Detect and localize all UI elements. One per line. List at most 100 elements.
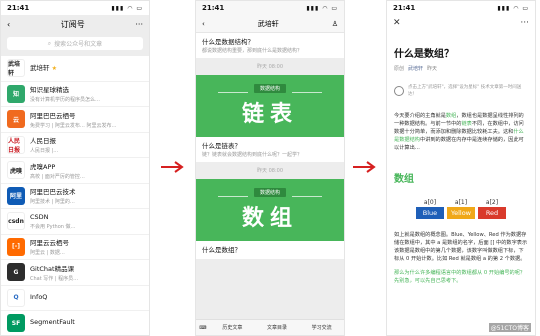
account-name-text: 知识星球精选 (30, 86, 69, 95)
nav-bar: ‹ 订阅号 ··· (1, 15, 149, 33)
subscription-item[interactable]: G GitChat精品课 Chat 写作 | 程序员… (1, 260, 149, 286)
account-name-text: 人民日报 (30, 137, 56, 146)
arrow-right-icon (161, 161, 184, 173)
account-avatar: 云 (7, 110, 25, 129)
signal-wifi-battery-icon: ▮▮▮ ◠ ▭ (497, 4, 529, 12)
latest-article: 不会用 Python 做… (30, 223, 76, 230)
more-icon[interactable]: ··· (520, 18, 529, 28)
account-name: 虎嗅APP (30, 161, 143, 171)
account-avatar: 武培轩 (7, 59, 25, 78)
banner-tag: 数据结构 (253, 84, 286, 93)
banner-title: 链表 (241, 102, 298, 127)
close-icon[interactable]: ✕ (393, 18, 401, 28)
link-linked-list[interactable]: 链表 (461, 121, 471, 127)
latest-article: Chat 写作 | 程序员… (30, 275, 79, 282)
article-title: 什么是数组？ (394, 49, 454, 60)
item-text: 知识星球精选没有计算机学历的程序员怎么… (30, 84, 143, 103)
watermark: @51CTO博客 (488, 323, 531, 332)
latest-article: 人民日报 |… (30, 148, 59, 155)
latest-article: 阿里云 | 数据… (30, 250, 65, 257)
status-bar: 21:41 ▮▮▮ ◠ ▭ (387, 1, 535, 15)
article-card[interactable]: 什么是数组？ (196, 241, 344, 259)
article-meta: 原创 武培轩 昨天 (394, 65, 528, 72)
publish-date: 昨天 (427, 66, 438, 72)
array-index: a[0] (423, 199, 437, 206)
card-summary: 链？链表就会数据结构到底什么呢？一起学？ (202, 152, 303, 158)
intro-text-a: 今天要介绍的主角就是 (394, 113, 446, 119)
array-cell: a[2] Red (478, 199, 506, 219)
account-name-text: 武培轩 (30, 64, 50, 73)
account-name: 阿里巴巴云栖号 (30, 110, 143, 120)
item-text: InfoQ (30, 293, 143, 303)
article-feed: 什么是数据结构？ 都说数据结构重要，那到底什么是数据结构？ 昨天 08:00 数据结构… (196, 33, 344, 323)
bottom-menu: ⌨ 历史文章 文章目录 学习交流 (196, 319, 344, 335)
subscription-item[interactable]: 云阿里巴巴云栖号 免费学习 | 阿里云发布… 阿里云发布… (1, 107, 149, 133)
menu-exchange[interactable]: 学习交流 (299, 324, 344, 331)
account-name-text: 阿里巴巴云技术 (30, 188, 76, 197)
status-bar: 21:41 ▮▮▮ ◠ ▭ (1, 1, 149, 15)
subscription-item[interactable]: SF SegmentFault (1, 311, 149, 335)
account-avatar: csdn (7, 212, 25, 231)
card-title: 什么是链表？ (202, 142, 241, 150)
signal-wifi-battery-icon: ▮▮▮ ◠ ▭ (306, 4, 338, 12)
latest-article: 没有计算机学历的程序员怎么… (30, 97, 101, 104)
account-name: 人民日报 (30, 135, 143, 145)
array-value: Blue (416, 207, 444, 219)
diagram-explanation: 如上就是数组的概念图。Blue、Yellow、Red 作为数据存储在数组中，其中… (394, 232, 528, 262)
subscription-item[interactable]: csdn CSDN 不会用 Python 做… (1, 209, 149, 235)
article-card[interactable]: 什么是链表？ 链？链表就会数据结构到底什么呢？一起学？ (196, 137, 344, 162)
subscription-item[interactable]: 阿里 阿里巴巴云技术 阿里技术 | 阿里的… (1, 184, 149, 209)
array-value: Yellow (447, 207, 475, 219)
cover-banner[interactable]: 数据结构 数组 (196, 179, 344, 241)
account-name: GitChat精品课 (30, 263, 143, 273)
question-paragraph: 那么为什么许多编程语言中的数组都从 0 开始编号的呢？先别急，可以先自己思考下。 (394, 270, 526, 284)
more-icon[interactable]: ··· (135, 20, 143, 29)
account-avatar: 阿里 (7, 186, 25, 205)
author-link[interactable]: 武培轩 (408, 65, 423, 72)
subscription-item[interactable]: [-] 阿里云云栖号 阿里云 | 数据… (1, 235, 149, 260)
array-index: a[2] (485, 199, 499, 206)
status-time: 21:41 (393, 4, 416, 12)
menu-catalog[interactable]: 文章目录 (255, 324, 300, 331)
menu-history[interactable]: 历史文章 (210, 324, 255, 331)
card-title: 什么是数据结构？ (202, 38, 254, 46)
subscription-item[interactable]: 知知识星球精选没有计算机学历的程序员怎么… (1, 82, 149, 107)
star-icon: ★ (51, 65, 57, 73)
search-placeholder: 搜索公众号和文章 (54, 41, 103, 48)
account-avatar: 知 (7, 84, 25, 103)
account-name: InfoQ (30, 293, 143, 301)
account-name-text: 虎嗅APP (30, 162, 56, 171)
keyboard-icon[interactable]: ⌨ (196, 325, 210, 331)
article-body: 什么是数组？ 原创 武培轩 昨天 点击上方"武培轩"，选择"设为星标" 技术文章… (387, 45, 535, 285)
account-name-text: InfoQ (30, 292, 48, 301)
status-bar: 21:41 ▮▮▮ ◠ ▭ (196, 1, 344, 15)
original-badge: 原创 (394, 66, 405, 72)
timestamp: 昨天 08:00 (257, 168, 283, 174)
banner-line (292, 92, 322, 93)
profile-icon[interactable]: ♙ (332, 20, 338, 28)
array-value: Red (478, 207, 506, 219)
subscription-item[interactable]: 人民日报 人民日报 人民日报 |… (1, 133, 149, 158)
subscription-item[interactable]: Q InfoQ (1, 286, 149, 311)
cover-banner[interactable]: 数据结构 链表 (196, 75, 344, 137)
search-icon: ⌕ (47, 39, 52, 47)
article-card[interactable]: 什么是数据结构？ 都说数据结构重要，那到底什么是数据结构？ (196, 33, 344, 58)
banner-line (292, 196, 322, 197)
search-input[interactable]: ⌕ 搜索公众号和文章 (7, 37, 143, 50)
star-prompt: 点击上方"武培轩"，选择"设为星标" 技术文章第一时间送达！ (394, 84, 528, 98)
subscription-item[interactable]: 武培轩 武培轩 ★ (1, 56, 149, 82)
account-avatar: 人民日报 (7, 135, 25, 154)
nav-bar: ✕ ··· (387, 15, 535, 31)
account-avatar: [-] (7, 237, 25, 256)
card-title: 什么是数组？ (202, 246, 241, 254)
array-cell: a[0] Blue (416, 199, 444, 219)
nav-bar: ‹ 武培轩 ♙ (196, 15, 344, 33)
item-text: 武培轩 ★ (30, 62, 143, 74)
account-avatar: G (7, 263, 25, 282)
account-title: 武培轩 (257, 19, 279, 28)
back-icon[interactable]: ‹ (202, 20, 205, 28)
array-cell: a[1] Yellow (447, 199, 475, 219)
item-text: GitChat精品课 Chat 写作 | 程序员… (30, 263, 143, 282)
subscription-item[interactable]: 虎嗅 虎嗅APP 高校 | 面对严厉的管控… (1, 158, 149, 184)
back-icon[interactable]: ‹ (7, 20, 10, 29)
